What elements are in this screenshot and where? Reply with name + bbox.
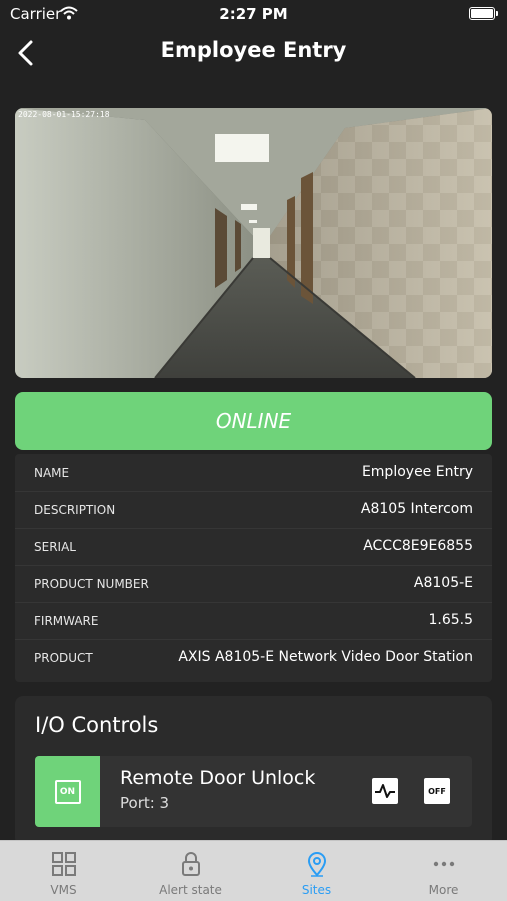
status-bar: Carrier 2:27 PM — [0, 0, 507, 28]
info-key: PRODUCT NUMBER — [34, 577, 149, 591]
info-row-product-number: PRODUCT NUMBER A8105-E — [15, 565, 492, 603]
info-row-name: NAME Employee Entry — [15, 454, 492, 492]
map-pin-icon — [307, 852, 327, 877]
page-title: Employee Entry — [160, 38, 347, 62]
io-controls-card: I/O Controls ON Remote Door Unlock Port:… — [15, 696, 492, 846]
info-key: DESCRIPTION — [34, 503, 116, 517]
clock: 2:27 PM — [219, 5, 288, 23]
io-control-port: Port: 3 — [120, 794, 170, 812]
battery-icon — [469, 7, 498, 20]
info-row-firmware: FIRMWARE 1.65.5 — [15, 602, 492, 640]
navigation-bar: Employee Entry — [0, 28, 507, 78]
info-value: A8105-E — [413, 575, 473, 591]
info-value: ACCC8E9E6855 — [363, 538, 473, 554]
tab-sites[interactable]: Sites — [253, 841, 380, 901]
info-key: PRODUCT — [34, 651, 93, 665]
info-key: SERIAL — [34, 540, 76, 554]
tab-more[interactable]: More — [380, 841, 507, 901]
more-dots-icon — [433, 861, 455, 867]
camera-timestamp: 2022-08-01-15:27:18 — [18, 110, 110, 119]
lock-icon — [182, 852, 200, 876]
info-value: 1.65.5 — [428, 612, 473, 628]
info-value: AXIS A8105-E Network Video Door Station — [178, 649, 473, 665]
grid-icon — [52, 852, 76, 876]
device-info-table: NAME Employee Entry DESCRIPTION A8105 In… — [15, 454, 492, 682]
info-value: A8105 Intercom — [360, 501, 473, 517]
tab-label: Sites — [301, 883, 332, 897]
info-value: Employee Entry — [361, 464, 473, 480]
tab-alert-state[interactable]: Alert state — [127, 841, 254, 901]
io-controls-title: I/O Controls — [35, 713, 159, 737]
info-row-description: DESCRIPTION A8105 Intercom — [15, 491, 492, 529]
tab-bar: VMS Alert state Sites More — [0, 840, 507, 901]
io-off-button[interactable]: OFF — [424, 778, 450, 804]
io-on-button[interactable]: ON — [35, 756, 100, 827]
tab-label: VMS — [50, 883, 77, 897]
info-row-product: PRODUCT AXIS A8105-E Network Video Door … — [15, 639, 492, 676]
pulse-icon — [375, 784, 395, 798]
pulse-button[interactable] — [372, 778, 398, 804]
tab-label: More — [428, 883, 459, 897]
info-key: FIRMWARE — [34, 614, 99, 628]
on-icon: ON — [54, 779, 81, 804]
camera-feed[interactable]: 2022-08-01-15:27:18 — [15, 108, 492, 378]
info-key: NAME — [34, 466, 70, 480]
io-control-item: ON Remote Door Unlock Port: 3 OFF — [35, 756, 472, 827]
tab-label: Alert state — [159, 883, 222, 897]
io-control-name: Remote Door Unlock — [120, 767, 316, 789]
tab-vms[interactable]: VMS — [0, 841, 127, 901]
info-row-serial: SERIAL ACCC8E9E6855 — [15, 528, 492, 566]
online-status-button[interactable]: ONLINE — [15, 392, 492, 450]
